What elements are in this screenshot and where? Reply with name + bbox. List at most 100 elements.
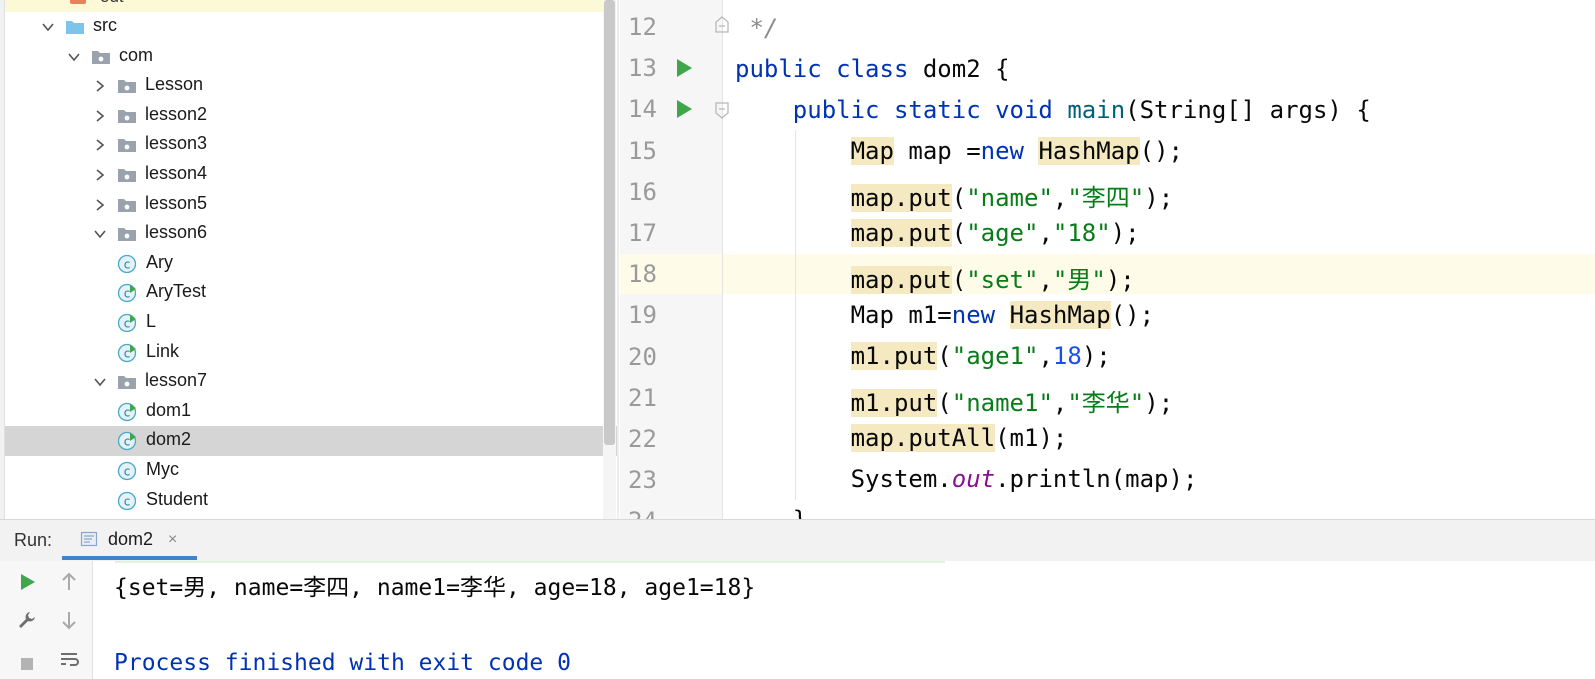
tree-item-label: dom1 [146,399,192,420]
project-tree: src com Lesson lesson2 lesson3 lesson4 lesson5… [5,0,617,528]
tree-item-ary[interactable]: c Ary [5,249,617,279]
tree-item-lesson4[interactable]: lesson4 [5,160,617,190]
wrench-icon[interactable] [16,609,38,631]
code-line-22[interactable]: map.putAll(m1); [735,424,1067,452]
svg-text:c: c [124,346,131,360]
line-number: 22 [628,425,657,453]
tree-item-label: AryTest [146,281,207,302]
tree-item-myc[interactable]: c Myc [5,456,617,486]
tree-item-label: dom2 [146,429,192,450]
code-line-19[interactable]: Map m1=new HashMap(); [735,301,1154,329]
code-line-21[interactable]: m1.put("name1","李华"); [735,383,1173,418]
run-tab-label[interactable]: dom2 [108,529,153,550]
chevron-down-icon[interactable] [93,227,107,241]
soft-wrap-icon[interactable] [58,649,80,671]
tree-item-lesson6[interactable]: lesson6 [5,219,617,249]
code-line-17[interactable]: map.put("age","18"); [735,219,1140,247]
chevron-right-icon[interactable] [93,198,107,212]
line-number: 20 [628,342,657,371]
tree-item-label: lesson4 [145,163,208,183]
runnable-class-icon: c [117,313,137,333]
code-line-18[interactable]: map.put("set","男"); [735,260,1135,295]
tree-item-label: Lesson [145,74,204,95]
tree-item-label: Myc [146,459,179,479]
package-folder-icon [117,197,137,213]
tree-item-lesson[interactable]: Lesson [5,71,617,101]
tree-item-src[interactable]: src [5,12,617,42]
chevron-right-icon[interactable] [93,138,107,152]
svg-text:c: c [124,435,131,449]
console-divider [115,561,945,563]
chevron-right-icon[interactable] [93,79,107,93]
console-icon [80,531,98,547]
stop-icon[interactable] [16,653,38,675]
tree-item-arytest[interactable]: c AryTest [5,278,617,308]
chevron-down-icon[interactable] [67,50,81,64]
code-line-13[interactable]: public class dom2 { [735,55,1010,83]
tree-item-l[interactable]: cL [5,308,617,338]
panel-splitter[interactable] [617,0,619,528]
tree-item-lesson7[interactable]: lesson7 [5,367,617,397]
svg-text:c: c [124,465,131,479]
gutter-separator [722,0,723,528]
code-line-20[interactable]: m1.put("age1",18); [735,342,1111,370]
svg-text:c: c [124,317,131,331]
run-triangle-icon[interactable] [675,99,693,119]
code-line-15[interactable]: Map map =new HashMap(); [735,137,1183,165]
arrow-up-icon[interactable] [58,571,80,593]
tree-item-label: Ary [146,251,173,272]
chevron-down-icon[interactable] [41,20,55,34]
tree-item-dom1[interactable]: c dom1 [5,397,617,427]
line-number: 12 [628,13,657,41]
package-folder-icon [117,78,137,94]
active-tab-indicator [62,556,197,560]
line-number: 13 [628,54,657,83]
tree-item-label: L [146,311,157,331]
fold-marker-icon[interactable] [714,16,730,34]
source-folder-icon [65,19,85,35]
tree-item-dom2[interactable]: c dom2 [5,426,617,457]
code-line-14[interactable]: public static void main(String[] args) { [735,96,1371,124]
tree-item-label: lesson5 [145,192,208,213]
run-triangle-icon[interactable] [675,58,693,78]
runnable-class-icon: c [117,402,137,422]
code-line-23[interactable]: System.out.println(map); [735,465,1198,493]
tree-item-lesson5[interactable]: lesson5 [5,190,617,220]
tree-item-label: src [93,15,117,35]
chevron-down-icon[interactable] [93,375,107,389]
package-folder-icon [117,137,137,153]
runnable-class-icon: c [117,283,137,303]
tree-item-student[interactable]: c Student [5,486,617,516]
svg-text:c: c [124,405,131,419]
rerun-icon[interactable] [16,571,38,593]
tree-item-link[interactable]: c Link [5,338,617,368]
console-output-line: {set=男, name=李四, name1=李华, age=18, age1=… [114,575,756,601]
chevron-right-icon[interactable] [93,109,107,123]
arrow-down-icon[interactable] [58,609,80,631]
line-number: 15 [628,136,657,165]
fold-marker-icon[interactable] [714,101,730,119]
package-folder-icon [117,226,137,242]
tree-item-label: Student [146,488,209,509]
close-icon[interactable]: × [168,531,177,549]
tree-item-lesson2[interactable]: lesson2 [5,101,617,131]
tree-item-label: lesson7 [145,370,208,391]
line-number: 16 [628,177,657,206]
console-exit-line: Process finished with exit code 0 [114,650,571,676]
tree-item-lesson3[interactable]: lesson3 [5,130,617,160]
runnable-class-icon: c [117,431,137,451]
tree-item-label: lesson2 [145,103,208,124]
package-folder-icon [117,108,137,124]
svg-text:c: c [124,287,131,301]
code-line-12[interactable]: */ [735,14,778,42]
line-number: 23 [628,466,657,495]
tree-scrollbar-thumb[interactable] [604,0,615,445]
chevron-right-icon[interactable] [93,168,107,182]
tree-item-label: com [119,44,154,65]
run-toolbar [0,561,93,679]
tree-item-com[interactable]: com [5,42,617,72]
code-line-16[interactable]: map.put("name","李四"); [735,178,1173,213]
class-icon: c [117,254,137,274]
run-tool-header [0,519,1595,562]
svg-text:c: c [124,494,131,508]
